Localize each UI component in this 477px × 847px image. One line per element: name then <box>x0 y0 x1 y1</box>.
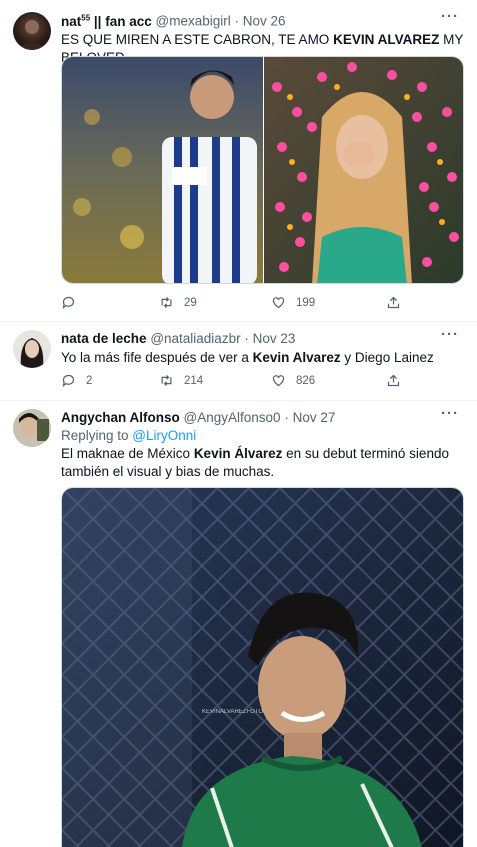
tweet-header: Angychan Alfonso @AngyAlfonso0 · Nov 27 <box>61 410 336 425</box>
share-icon <box>387 374 400 387</box>
reply-mention-link[interactable]: @LiryOnni <box>132 428 196 443</box>
tweet-text: El maknae de México Kevin Álvarez en su … <box>61 446 449 479</box>
retweet-icon <box>161 375 172 386</box>
retweet-button[interactable]: 29 <box>159 295 197 310</box>
avatar[interactable] <box>13 330 51 368</box>
tweet[interactable]: nata de leche @nataliadiazbr · Nov 23 ··… <box>0 322 477 401</box>
like-icon <box>272 375 285 387</box>
tweet-header: nata de leche @nataliadiazbr · Nov 23 <box>61 331 296 346</box>
share-button[interactable] <box>386 373 411 388</box>
tweet-text: Yo la más fife después de ver a Kevin Al… <box>61 350 434 365</box>
tweet-header: nat55 || fan acc @mexabigirl · Nov 26 <box>61 13 286 29</box>
avatar[interactable] <box>13 409 51 447</box>
tweet-actions: 2 214 826 <box>61 373 421 391</box>
replying-to: Replying to @LiryOnni <box>61 428 197 443</box>
user-handle[interactable]: @mexabigirl <box>156 14 231 29</box>
reply-button[interactable] <box>61 295 86 310</box>
reply-icon <box>62 374 75 387</box>
media-image <box>62 57 463 283</box>
tweet-media[interactable]: KEVINALVAREZFOTO <box>61 487 464 847</box>
tweet-date[interactable]: Nov 26 <box>243 14 286 29</box>
share-button[interactable] <box>386 295 411 310</box>
display-name[interactable]: Angychan Alfonso <box>61 410 180 425</box>
tweet-date[interactable]: Nov 23 <box>253 331 296 346</box>
display-name[interactable]: nata de leche <box>61 331 147 346</box>
tweet[interactable]: Angychan Alfonso @AngyAlfonso0 · Nov 27 … <box>0 401 477 847</box>
share-icon <box>387 296 400 309</box>
like-button[interactable]: 826 <box>271 373 315 388</box>
like-button[interactable]: 199 <box>271 295 315 310</box>
tweet-actions: 29 199 <box>61 295 421 313</box>
more-icon[interactable]: ··· <box>441 405 459 422</box>
like-icon <box>272 297 285 309</box>
avatar[interactable] <box>13 12 51 50</box>
more-icon[interactable]: ··· <box>441 326 459 343</box>
retweet-icon <box>161 297 172 308</box>
display-name[interactable]: nat55 || fan acc <box>61 13 152 29</box>
image-watermark: KEVINALVAREZFOTO <box>202 709 263 715</box>
tweet-media[interactable] <box>61 56 464 284</box>
user-handle[interactable]: @AngyAlfonso0 <box>184 410 281 425</box>
media-image: KEVINALVAREZFOTO <box>62 488 463 847</box>
tweet[interactable]: nat55 || fan acc @mexabigirl · Nov 26 ··… <box>0 0 477 322</box>
reply-button[interactable]: 2 <box>61 373 92 388</box>
tweet-date[interactable]: Nov 27 <box>293 410 336 425</box>
reply-icon <box>62 296 75 309</box>
user-handle[interactable]: @nataliadiazbr <box>150 331 240 346</box>
retweet-button[interactable]: 214 <box>159 373 203 388</box>
more-icon[interactable]: ··· <box>441 8 459 25</box>
